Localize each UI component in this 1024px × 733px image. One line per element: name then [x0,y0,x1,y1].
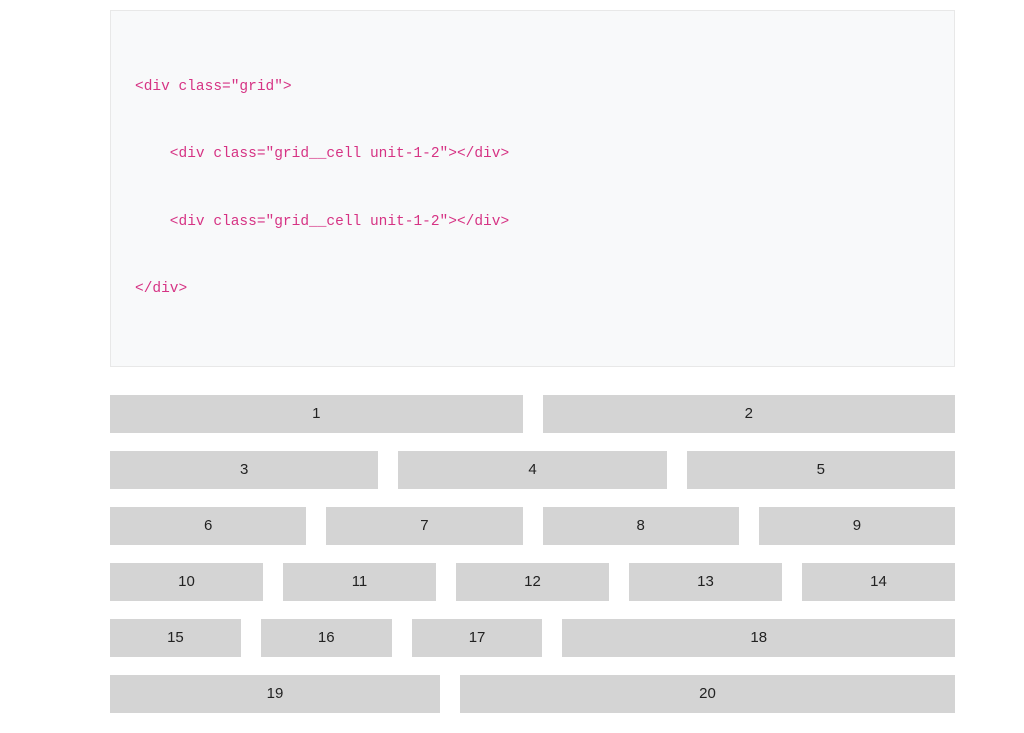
grid-demo: 1234567891011121314151617181920 [110,395,955,713]
grid-cell: 2 [543,395,956,433]
grid-row: 6789 [110,507,955,545]
code-line: <div class="grid__cell unit-1-2"></div> [135,211,930,233]
grid-cell: 6 [110,507,306,545]
grid-cell: 5 [687,451,955,489]
grid-cell: 11 [283,563,436,601]
grid-cell: 4 [398,451,666,489]
grid-row: 15 16 17 18 [110,619,955,657]
grid-row: 345 [110,451,955,489]
grid-cell: 10 [110,563,263,601]
code-line: <div class="grid"> [135,76,930,98]
grid-cell: 16 [261,619,392,657]
grid-cell: 20 [460,675,955,713]
grid-row: 1920 [110,675,955,713]
grid-cell: 12 [456,563,609,601]
grid-cell: 13 [629,563,782,601]
grid-cell: 7 [326,507,522,545]
code-line: </div> [135,278,930,300]
grid-cell: 1 [110,395,523,433]
grid-cell: 19 [110,675,440,713]
grid-cell: 3 [110,451,378,489]
grid-row: 12 [110,395,955,433]
grid-cell: 15 [110,619,241,657]
grid-cell: 17 [412,619,543,657]
content-container: <div class="grid"> <div class="grid__cel… [110,10,955,713]
code-example-block: <div class="grid"> <div class="grid__cel… [110,10,955,367]
grid-cell: 9 [759,507,955,545]
grid-row: 10 11 12 13 14 [110,563,955,601]
grid-cell: 18 [562,619,955,657]
grid-cell: 14 [802,563,955,601]
grid-cell: 8 [543,507,739,545]
code-line: <div class="grid__cell unit-1-2"></div> [135,143,930,165]
